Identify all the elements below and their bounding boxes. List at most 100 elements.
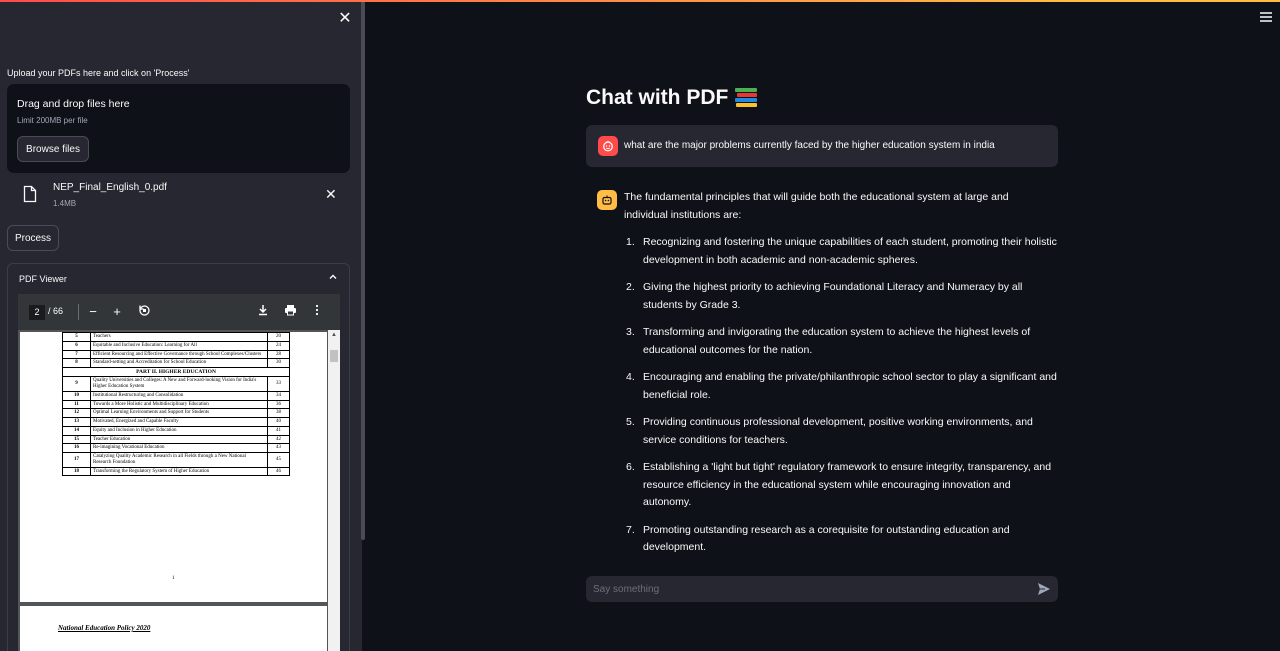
list-item-text: Recognizing and fostering the unique cap… <box>643 236 1057 266</box>
toc-row: 10 Institutional Restructuring and Consol… <box>62 390 290 401</box>
page-number-input[interactable]: 2 <box>29 305 45 320</box>
assistant-list-item: 1. Recognizing and fostering the unique c… <box>624 234 1060 269</box>
chat-input[interactable] <box>586 576 1026 602</box>
toc-row: 18 Transforming the Regulatory System of … <box>62 466 290 477</box>
page-title: Chat with PDF <box>586 86 758 110</box>
file-dropzone[interactable]: Drag and drop files here Limit 200MB per… <box>7 84 350 173</box>
browse-files-button[interactable]: Browse files <box>17 136 89 162</box>
list-item-number: 6. <box>626 461 635 473</box>
toc-table: 5 Teachers 20 6 Equitable and Inclusive Educ… <box>62 332 290 477</box>
list-item-text: Establishing a 'light but tight' regulat… <box>643 461 1052 508</box>
toc-row: 9 Quality Universities and Colleges: A Ne… <box>62 376 290 392</box>
toc-title: Teachers <box>90 332 268 342</box>
file-icon <box>23 185 37 203</box>
sidebar-scrollbar[interactable] <box>361 0 365 540</box>
rotate-icon[interactable] <box>135 303 153 321</box>
list-item-number: 3. <box>626 326 635 338</box>
minus-icon[interactable]: − <box>84 303 102 321</box>
toc-title: Equity and Inclusion in Higher Education <box>90 425 268 436</box>
more-vert-icon[interactable] <box>308 303 326 321</box>
toc-row: 6 Equitable and Inclusive Education: Lear… <box>62 340 290 351</box>
pdf-toolbar: 2 / 66 − + <box>18 294 340 330</box>
page-footer-number: 1 <box>172 576 175 581</box>
list-item-text: Encouraging and enabling the private/phi… <box>643 371 1057 401</box>
toc-page: 20 <box>267 332 290 342</box>
toc-row: 17 Catalyzing Quality Academic Research i… <box>62 452 290 468</box>
pdf-viewer-title[interactable]: PDF Viewer <box>19 274 67 284</box>
list-item-number: 7. <box>626 523 635 536</box>
hamburger-menu-icon[interactable] <box>1260 10 1272 25</box>
user-avatar-icon <box>598 136 618 156</box>
upload-label: Upload your PDFs here and click on 'Proc… <box>7 68 190 78</box>
toc-number: 9 <box>62 376 91 392</box>
toc-page: 30 <box>267 358 290 368</box>
toc-row: 8 Standard-setting and Accreditation for … <box>62 358 290 368</box>
user-message: what are the major problems currently fa… <box>586 125 1058 167</box>
remove-file-icon[interactable]: ✕ <box>325 186 337 203</box>
assistant-list-item: 4. Encouraging and enabling the private/p… <box>624 369 1060 404</box>
toc-page: 45 <box>267 452 290 468</box>
close-sidebar-icon[interactable]: ✕ <box>336 10 354 28</box>
list-item-text: Transforming and invigorating the educat… <box>643 326 1031 356</box>
toc-title: Teacher Education <box>90 434 268 445</box>
toc-title: Towards a More Holistic and Multidiscipl… <box>90 399 268 410</box>
list-item-text: Promoting outstanding research as a core… <box>643 523 1010 554</box>
process-button[interactable]: Process <box>7 225 59 251</box>
list-item-number: 2. <box>626 281 635 293</box>
toc-title: Efficient Resourcing and Effective Gover… <box>90 349 268 360</box>
toc-row: 13 Motivated, Energized and Capable Facul… <box>62 417 290 427</box>
assistant-list-item: 2. Giving the highest priority to achievi… <box>624 279 1060 314</box>
toc-page: 28 <box>267 349 290 360</box>
print-icon[interactable] <box>281 303 299 321</box>
pdf-scroll-thumb[interactable] <box>330 350 338 362</box>
books-emoji-icon <box>734 87 758 109</box>
toc-page: 42 <box>267 434 290 445</box>
page-title-text: Chat with PDF <box>586 86 729 109</box>
toc-number: 11 <box>62 399 91 410</box>
toc-row: 5 Teachers 20 <box>62 332 290 342</box>
toc-number: 10 <box>62 390 91 401</box>
toc-row: 12 Optimal Learning Environments and Supp… <box>62 408 290 419</box>
toc-number: 5 <box>62 332 91 342</box>
plus-icon[interactable]: + <box>108 303 126 321</box>
toc-number: 18 <box>62 466 91 477</box>
pdf-scrollbar[interactable] <box>328 330 340 651</box>
assistant-list: 1. Recognizing and fostering the unique c… <box>624 234 1060 612</box>
toc-title: Standard-setting and Accreditation for S… <box>90 358 268 368</box>
toc-title: Equitable and Inclusive Education: Learn… <box>90 340 268 351</box>
send-icon[interactable] <box>1036 581 1052 597</box>
toc-number: 6 <box>62 340 91 351</box>
pdf-next-page: National Education Policy 2020 <box>20 606 327 651</box>
toolbar-divider <box>78 304 79 320</box>
next-page-heading: National Education Policy 2020 <box>58 624 151 632</box>
dropzone-title: Drag and drop files here <box>17 98 130 110</box>
toc-page: 33 <box>267 376 290 392</box>
list-item-text: Providing continuous professional develo… <box>643 416 1033 446</box>
toc-row: 15 Teacher Education 42 <box>62 434 290 445</box>
download-icon[interactable] <box>254 303 272 321</box>
toc-number: 14 <box>62 425 91 436</box>
assistant-list-item: 5. Providing continuous professional deve… <box>624 414 1060 449</box>
uploaded-file: NEP_Final_English_0.pdf 1.4MB ✕ <box>7 180 350 210</box>
toc-number: 7 <box>62 349 91 360</box>
assistant-intro-text: The fundamental principles that will gui… <box>624 191 1009 221</box>
scroll-up-arrow-icon[interactable]: ▲ <box>328 332 340 342</box>
pdf-viewer[interactable]: 2 / 66 − + 5 Teachers 20 6 Equitable and Inc… <box>18 294 340 651</box>
toc-page: 36 <box>267 399 290 410</box>
toc-row: 14 Equity and Inclusion in Higher Educati… <box>62 425 290 436</box>
dropzone-limit: Limit 200MB per file <box>17 116 88 125</box>
toc-title: Quality Universities and Colleges: A New… <box>90 376 268 392</box>
list-item-number: 5. <box>626 416 635 428</box>
toc-title: Transforming the Regulatory System of Hi… <box>90 466 268 477</box>
toc-title: Optimal Learning Environments and Suppor… <box>90 408 268 419</box>
list-item-number: 4. <box>626 371 635 383</box>
chevron-up-icon[interactable] <box>328 272 338 285</box>
chat-input-container <box>586 576 1058 602</box>
toc-row: PART II. HIGHER EDUCATION <box>62 366 290 378</box>
toc-page: 34 <box>267 390 290 401</box>
toc-title: Re-imagining Vocational Education <box>90 443 268 454</box>
toc-title: Institutional Restructuring and Consolid… <box>90 390 268 401</box>
file-size: 1.4MB <box>53 199 77 208</box>
toc-part-heading: PART II. HIGHER EDUCATION <box>62 366 290 378</box>
user-message-text: what are the major problems currently fa… <box>624 140 995 151</box>
